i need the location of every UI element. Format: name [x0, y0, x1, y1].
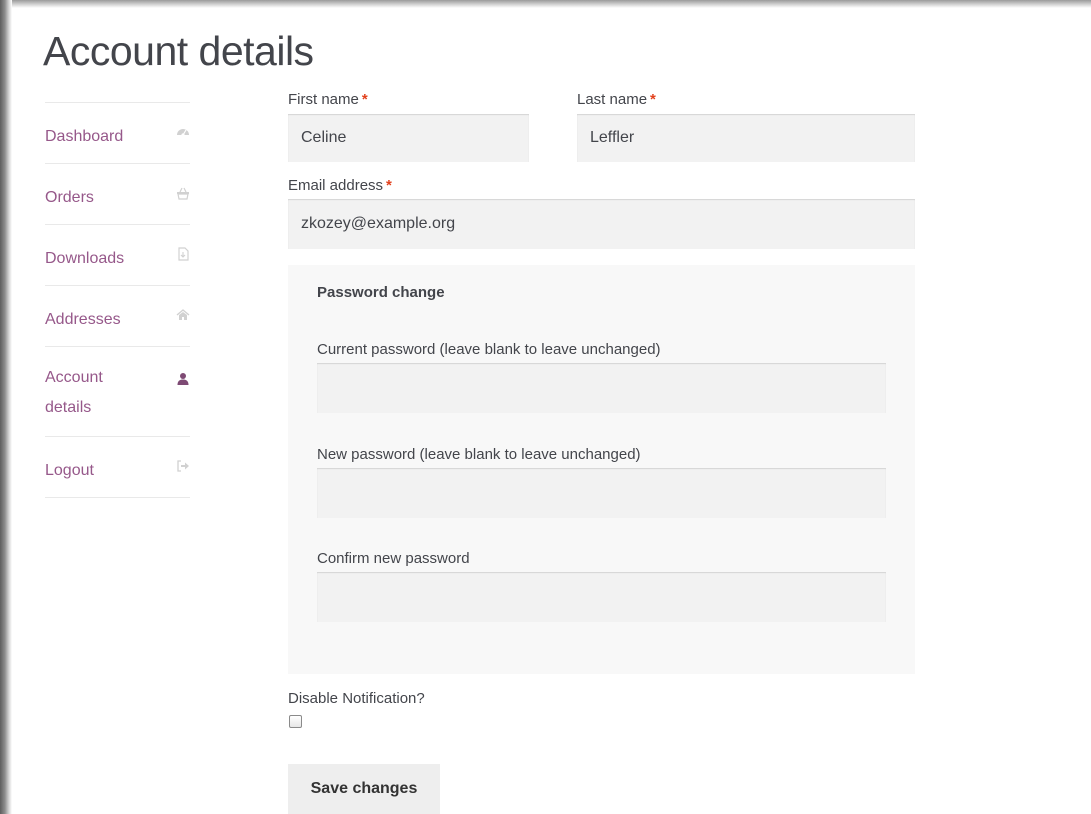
current-password-input[interactable]: [317, 363, 886, 413]
home-icon: [176, 308, 190, 322]
password-change-fieldset: Password change Current password (leave …: [288, 265, 915, 674]
nav-item-label[interactable]: Orders: [45, 183, 94, 213]
current-password-label: Current password (leave blank to leave u…: [317, 341, 661, 358]
nav-item-logout[interactable]: Logout: [45, 437, 190, 498]
new-password-input[interactable]: [317, 468, 886, 518]
required-marker: *: [650, 91, 656, 108]
nav-item-label[interactable]: Dashboard: [45, 122, 123, 152]
last-name-label: Last name *: [577, 91, 656, 108]
nav-item-addresses[interactable]: Addresses: [45, 286, 190, 347]
nav-item-label[interactable]: Addresses: [45, 305, 121, 335]
nav-item-label[interactable]: Downloads: [45, 244, 124, 274]
email-input[interactable]: [288, 199, 915, 249]
confirm-password-input[interactable]: [317, 572, 886, 622]
last-name-label-text: Last name: [577, 91, 648, 108]
account-page: Account details Dashboard Orders Downloa…: [12, 8, 1091, 814]
account-navigation: Dashboard Orders Downloads Addresses Acc…: [45, 102, 190, 498]
window-frame-left: [0, 0, 12, 814]
first-name-label-text: First name: [288, 91, 359, 108]
nav-item-orders[interactable]: Orders: [45, 164, 190, 225]
save-changes-button[interactable]: Save changes: [288, 764, 440, 814]
nav-item-dashboard[interactable]: Dashboard: [45, 103, 190, 164]
last-name-input[interactable]: [577, 114, 915, 162]
new-password-label: New password (leave blank to leave uncha…: [317, 446, 641, 463]
dashboard-icon: [176, 125, 190, 139]
required-marker: *: [361, 91, 368, 108]
window-frame-top: [0, 0, 1091, 8]
required-marker: *: [386, 177, 392, 194]
sign-out-icon: [176, 459, 190, 473]
nav-item-account-details[interactable]: Account details: [45, 347, 190, 437]
page-title: Account details: [43, 28, 314, 74]
nav-item-downloads[interactable]: Downloads: [45, 225, 190, 286]
file-download-icon: [176, 247, 190, 261]
basket-icon: [176, 186, 190, 200]
disable-notification-label: Disable Notification?: [288, 690, 425, 707]
disable-notification-checkbox[interactable]: [289, 715, 302, 728]
email-label: Email address *: [288, 177, 392, 194]
confirm-password-label: Confirm new password: [317, 550, 470, 567]
nav-item-label[interactable]: Logout: [45, 456, 94, 486]
user-icon: [176, 372, 190, 386]
nav-item-label[interactable]: Account details: [45, 363, 135, 423]
first-name-input[interactable]: [288, 114, 529, 162]
email-label-text: Email address: [288, 177, 384, 194]
first-name-label: First name *: [288, 91, 368, 108]
password-change-legend: Password change: [317, 284, 445, 301]
